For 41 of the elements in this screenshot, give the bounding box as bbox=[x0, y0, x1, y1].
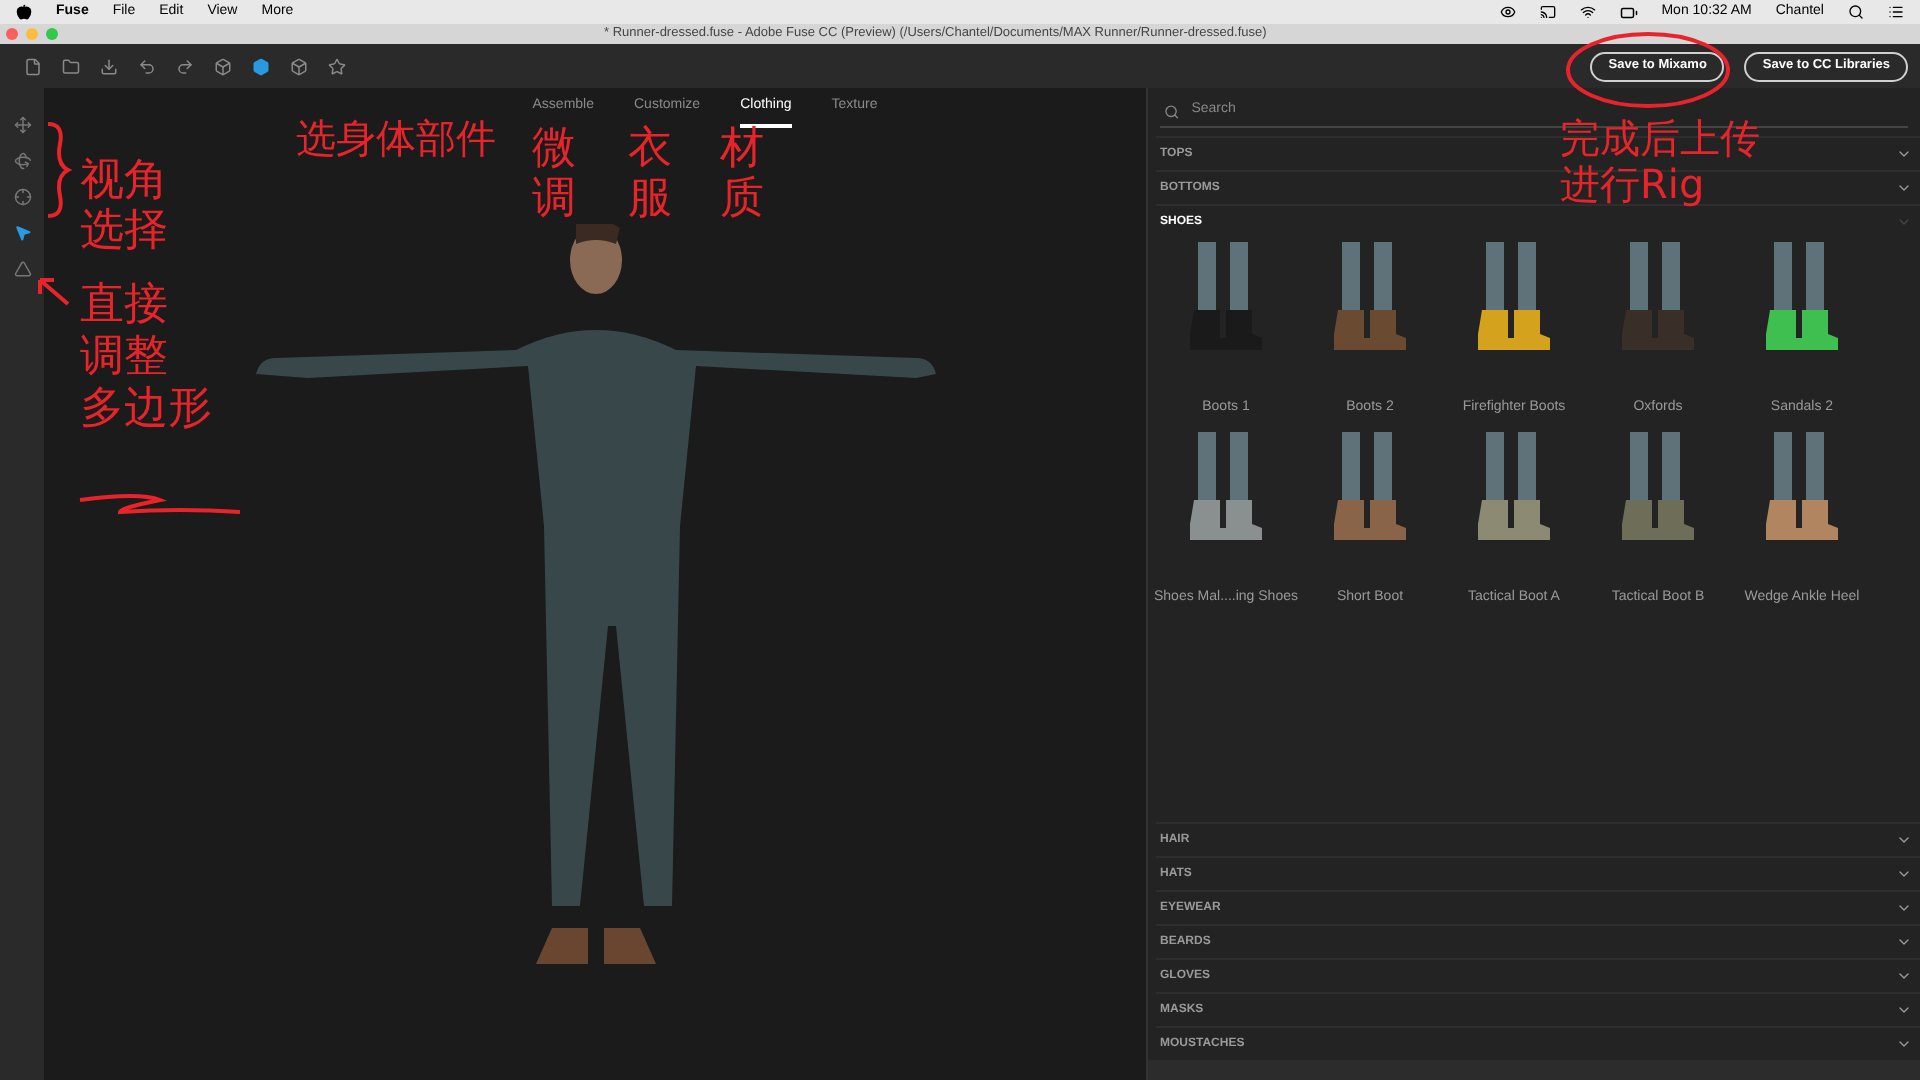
handwritten-note: 材质 bbox=[720, 124, 764, 226]
arrow-mark bbox=[36, 276, 72, 308]
cast-icon[interactable] bbox=[1539, 4, 1556, 20]
handwritten-note: 选身体部件 bbox=[296, 116, 496, 162]
wifi-icon[interactable] bbox=[1579, 4, 1596, 20]
crosshair-icon[interactable] bbox=[13, 188, 31, 206]
chevron-icon[interactable] bbox=[1896, 968, 1912, 984]
cube-icon[interactable] bbox=[290, 57, 308, 75]
chevron-icon[interactable] bbox=[1896, 180, 1912, 196]
chevron-icon[interactable] bbox=[1896, 146, 1912, 162]
page-icon[interactable] bbox=[24, 57, 42, 75]
eye-icon[interactable] bbox=[1499, 4, 1516, 20]
cube-icon[interactable] bbox=[252, 57, 270, 75]
triangle-icon[interactable] bbox=[13, 260, 31, 278]
tray-icon[interactable] bbox=[100, 57, 118, 75]
cube-icon[interactable] bbox=[214, 57, 232, 75]
star-icon[interactable] bbox=[328, 57, 346, 75]
handwritten-note: 直接 bbox=[80, 280, 168, 331]
handwritten-note: 微调 bbox=[532, 124, 576, 226]
chevron-icon[interactable] bbox=[1896, 866, 1912, 882]
chevron-icon[interactable] bbox=[1896, 1036, 1912, 1052]
chevron-icon[interactable] bbox=[1896, 900, 1912, 916]
folder-icon[interactable] bbox=[62, 57, 80, 75]
handwritten-note: 多边形 bbox=[80, 384, 212, 435]
redo-icon[interactable] bbox=[176, 57, 194, 75]
apple-icon[interactable] bbox=[16, 4, 32, 20]
orbit-icon[interactable] bbox=[13, 152, 31, 170]
handwritten-note: 衣服 bbox=[628, 124, 672, 226]
bracket-mark bbox=[44, 120, 72, 220]
move-icon[interactable] bbox=[13, 116, 31, 134]
battery-icon[interactable] bbox=[1619, 3, 1638, 21]
chevron-icon[interactable] bbox=[1896, 934, 1912, 950]
search-icon[interactable] bbox=[1848, 4, 1864, 20]
handwritten-note: 调整 bbox=[80, 332, 168, 383]
handwritten-note: 视角选择 bbox=[80, 156, 168, 258]
chevron-icon[interactable] bbox=[1896, 1002, 1912, 1018]
list-icon[interactable] bbox=[1888, 4, 1904, 20]
chevron-icon[interactable] bbox=[1896, 832, 1912, 848]
search-icon bbox=[1164, 103, 1180, 119]
undo-icon[interactable] bbox=[138, 57, 156, 75]
pointer-icon[interactable] bbox=[13, 224, 31, 242]
